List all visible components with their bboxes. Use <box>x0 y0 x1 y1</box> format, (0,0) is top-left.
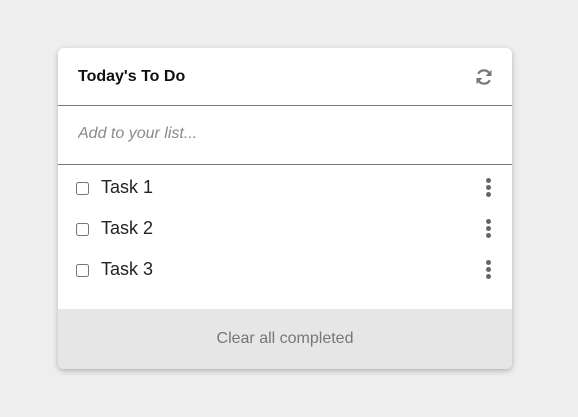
card-footer: Clear all completed <box>58 309 512 369</box>
list-item: Task 2 <box>58 216 512 257</box>
task-list: Task 1 Task 2 Task 3 <box>58 175 512 298</box>
list-item: Task 3 <box>58 257 512 298</box>
task-label: Task 2 <box>101 218 154 238</box>
add-task-input[interactable] <box>78 123 478 145</box>
more-vertical-icon[interactable] <box>484 260 494 279</box>
clear-completed-button[interactable]: Clear all completed <box>58 309 512 369</box>
more-vertical-icon[interactable] <box>484 178 494 197</box>
refresh-icon[interactable] <box>475 68 493 86</box>
task-checkbox[interactable] <box>76 264 89 277</box>
more-vertical-icon[interactable] <box>484 219 494 238</box>
add-task-row <box>58 106 512 165</box>
todo-card: Today's To Do Task 1 Task 2 <box>58 48 512 369</box>
card-header: Today's To Do <box>58 48 512 106</box>
task-checkbox[interactable] <box>76 182 89 195</box>
task-label: Task 1 <box>101 177 154 197</box>
task-label: Task 3 <box>101 259 154 279</box>
page-title: Today's To Do <box>78 68 186 85</box>
list-item: Task 1 <box>58 175 512 216</box>
task-checkbox[interactable] <box>76 223 89 236</box>
